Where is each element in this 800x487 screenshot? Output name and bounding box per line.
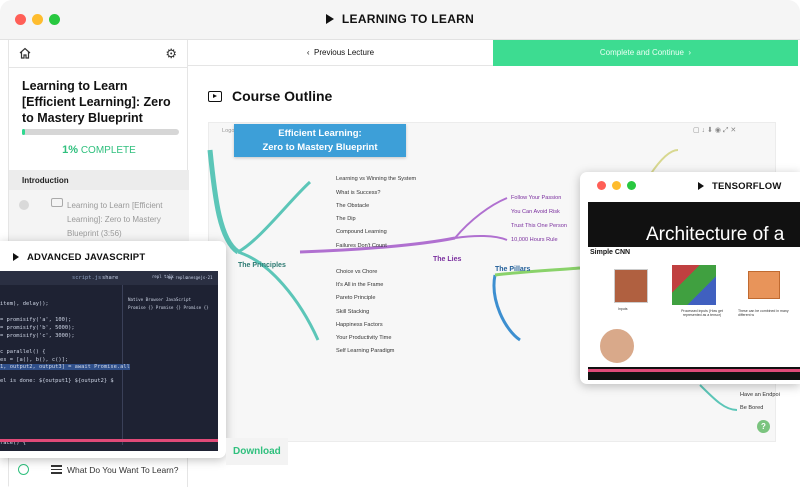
tf-window-title-text: TENSORFLOW bbox=[712, 181, 782, 192]
model-box bbox=[748, 271, 780, 299]
mindmap-root-line1: Efficient Learning: bbox=[278, 128, 362, 139]
help-button[interactable]: ? bbox=[757, 420, 770, 433]
mindmap-principle-item: Skill Stacking bbox=[336, 309, 370, 315]
mindmap-principle-item: What is Success? bbox=[336, 190, 381, 196]
mindmap-principle-item: It's All in the Frame bbox=[336, 282, 384, 288]
js-window-title: ADVANCED JAVASCRIPT bbox=[13, 252, 145, 263]
code-line: 1, output2, output3] = await Promise.all bbox=[0, 364, 130, 370]
slide-caption: These can be combined in many different … bbox=[738, 309, 789, 317]
slide-content: Simple CNN Inputs Processed inputs (How … bbox=[588, 247, 800, 367]
download-button[interactable]: Download bbox=[226, 438, 288, 465]
code-line: = promisify('a', 100); bbox=[0, 317, 72, 323]
play-icon bbox=[13, 253, 19, 261]
editor-tab[interactable]: share bbox=[102, 275, 118, 281]
play-icon bbox=[698, 182, 704, 190]
editor-tab[interactable]: script.js bbox=[72, 275, 101, 281]
app-window: LEARNING TO LEARN ⚙ Learning to Learn [E… bbox=[0, 0, 800, 487]
code-line: c parallel() { bbox=[0, 349, 46, 355]
tensorflow-video[interactable]: Architecture of a Simple CNN Inputs Proc… bbox=[588, 202, 800, 380]
editor-tab[interactable]: anesgejs-21 bbox=[186, 275, 213, 280]
advanced-javascript-preview-window[interactable]: ADVANCED JAVASCRIPT script.js share repl… bbox=[0, 241, 226, 458]
mindmap-principle-item: Self Learning Paradigm bbox=[336, 348, 395, 354]
minimize-window-button[interactable] bbox=[612, 181, 621, 190]
rgb-channels-image bbox=[672, 265, 716, 305]
mindmap-pillar-item: Be Bored bbox=[740, 405, 764, 411]
video-progress-bar[interactable] bbox=[588, 369, 800, 372]
mindmap-principle-item: The Dip bbox=[336, 216, 356, 222]
mindmap-principle-item: Happiness Factors bbox=[336, 322, 383, 328]
code-line: item), delay)); bbox=[0, 301, 49, 307]
slide-caption: Inputs bbox=[618, 307, 628, 311]
pizza-image bbox=[614, 269, 648, 303]
mindmap-lie-item: Trust This One Person bbox=[511, 223, 567, 229]
mindmap-principle-item: The Obstacle bbox=[336, 203, 370, 209]
editor-tab[interactable]: my repls bbox=[168, 275, 187, 280]
mindmap-root-line2: Zero to Mastery Blueprint bbox=[262, 142, 378, 153]
code-line: = promisify('c', 3000); bbox=[0, 333, 75, 339]
mindmap-logo-label: Logo bbox=[222, 128, 235, 134]
mindmap-toolbar: ▢ ↓ ⬇ ◉ ⤢ ✕ bbox=[693, 127, 737, 134]
mindmap-branch-principles: The Principles bbox=[238, 262, 286, 269]
mindmap-principle-item: Choice vs Chore bbox=[336, 269, 378, 275]
editor-tab-bar: script.js share repl talk my repls anesg… bbox=[0, 271, 218, 285]
mindmap-lie-item: Follow Your Passion bbox=[511, 195, 562, 201]
mindmap-principle-item: Your Productivity Time bbox=[336, 335, 392, 341]
console-line: Native Browser JavaScript bbox=[128, 297, 192, 302]
video-progress-bar[interactable] bbox=[0, 439, 218, 442]
close-window-button[interactable] bbox=[597, 181, 606, 190]
slide-subtitle: Simple CNN bbox=[590, 249, 631, 256]
mindmap-pillar-item: Have an Endpoi bbox=[740, 392, 780, 398]
tensorflow-preview-window[interactable]: TENSORFLOW Architecture of a Simple CNN … bbox=[580, 172, 800, 384]
mindmap-lie-item: 10,000 Hours Rule bbox=[511, 237, 558, 243]
mindmap-root-node: Efficient Learning: Zero to Mastery Blue… bbox=[234, 124, 406, 157]
mindmap-branch-lies: The Lies bbox=[433, 256, 462, 263]
code-line: es = [a(), b(), c()]; bbox=[0, 357, 69, 363]
code-line: = promisify('b', 5000); bbox=[0, 325, 75, 331]
mindmap-principle-item: Failures Don't Count bbox=[336, 243, 387, 249]
tf-window-title: TENSORFLOW bbox=[698, 181, 782, 192]
mindmap-principle-item: Learning vs Winning the System bbox=[336, 176, 417, 182]
code-editor-video[interactable]: script.js share repl talk my repls anesg… bbox=[0, 271, 218, 451]
mindmap-lie-item: You Can Avoid Risk bbox=[511, 209, 560, 215]
console-line: Promise {} Promise {} Promise {} bbox=[128, 305, 209, 310]
mindmap-branch-pillars: The Pillars bbox=[495, 266, 531, 273]
js-window-title-text: ADVANCED JAVASCRIPT bbox=[27, 252, 146, 263]
slide-title: Architecture of a bbox=[646, 224, 785, 245]
mindmap-principle-item: Compound Learning bbox=[336, 229, 387, 235]
instructor-avatar bbox=[598, 327, 636, 365]
slide-caption: Processed inputs (How get represented as… bbox=[681, 309, 723, 317]
maximize-window-button[interactable] bbox=[627, 181, 636, 190]
mindmap-principle-item: Pareto Principle bbox=[336, 295, 376, 301]
code-line: el is done: ${output1} ${output2} $ bbox=[0, 378, 114, 384]
